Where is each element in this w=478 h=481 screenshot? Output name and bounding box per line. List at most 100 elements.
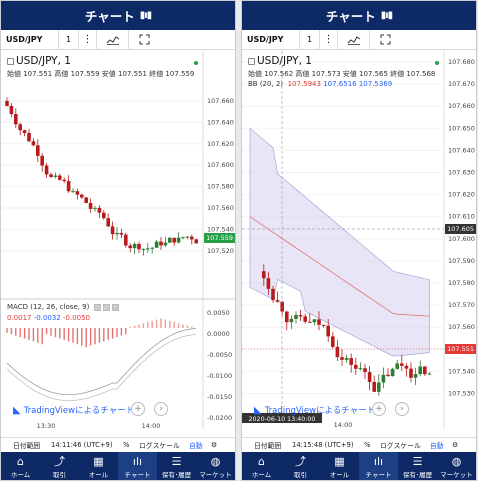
bb-value-1: 107.5943 (287, 80, 321, 88)
candle (418, 366, 422, 375)
tradingview-attribution[interactable]: ◣ TradingViewによるチャート (254, 404, 375, 417)
chart-legend-title: USD/JPY, 1 (7, 55, 71, 67)
tab-positions[interactable]: ☰ 保有･履歴 (157, 452, 196, 480)
candle (266, 278, 271, 289)
candle (331, 336, 335, 347)
candle (84, 197, 88, 203)
tradingview-logo-icon: ◣ (254, 404, 262, 416)
collapse-icon[interactable] (7, 57, 14, 65)
candle (190, 236, 194, 240)
indicator-icon[interactable] (96, 29, 128, 50)
candle (367, 372, 372, 382)
percent-toggle[interactable]: % (123, 441, 139, 449)
candle (400, 363, 404, 366)
candle (271, 288, 275, 301)
candle (390, 368, 395, 377)
close-icon[interactable] (111, 303, 119, 311)
price-chart[interactable]: 107.680 107.670 107.660 107.650 107.640 107.6… (242, 51, 476, 429)
list-icon: ☰ (412, 454, 423, 468)
candle (185, 236, 190, 238)
settings-icon[interactable] (102, 303, 110, 311)
tab-chart[interactable]: ılı チャート (118, 452, 157, 480)
price-axis-label: 107.560 (448, 323, 475, 331)
price-axis-label: 107.660 (207, 97, 234, 105)
price-axis-label: 107.560 (207, 204, 234, 212)
candle (372, 381, 376, 392)
tab-all[interactable]: ▦ オール (79, 452, 118, 480)
zoom-in-icon[interactable]: + (131, 402, 145, 416)
candle (110, 226, 115, 235)
more-menu-icon[interactable]: ⋮ (319, 29, 337, 50)
auto-scale-toggle[interactable]: 自動 (430, 440, 452, 450)
macd-line (6, 327, 197, 396)
log-scale-toggle[interactable]: ログスケール (380, 440, 430, 450)
tab-positions[interactable]: ☰ 保有･履歴 (398, 452, 437, 480)
tab-all[interactable]: ▦ オール (320, 452, 359, 480)
price-axis-label: 107.630 (448, 169, 475, 177)
tab-home[interactable]: ⌂ ホーム (1, 452, 40, 480)
date-range-button[interactable]: 日付範囲 (13, 440, 51, 450)
candle (137, 243, 141, 250)
candle (344, 358, 349, 360)
zoom-in-icon[interactable]: + (372, 402, 386, 416)
scroll-right-icon[interactable]: › (395, 402, 409, 416)
candle (115, 232, 119, 235)
price-axis-label: 107.590 (448, 257, 475, 265)
collapse-icon[interactable] (248, 57, 255, 65)
eye-icon[interactable] (93, 303, 101, 311)
interval-select[interactable]: 1 (58, 29, 78, 50)
log-scale-toggle[interactable]: ログスケール (139, 440, 189, 450)
candle (97, 207, 102, 213)
tab-trade[interactable]: ⤴ 取引 (40, 452, 79, 480)
price-axis-label: 107.530 (448, 390, 475, 398)
candle (308, 321, 312, 323)
candle (395, 363, 399, 369)
candle (88, 202, 93, 209)
candle (413, 374, 418, 378)
auto-scale-toggle[interactable]: 自動 (189, 440, 211, 450)
bb-legend: BB (20, 2) 107.5943 107.6516 107.5369 (248, 80, 392, 88)
tab-market[interactable]: ◍ マーケット (437, 452, 476, 480)
live-dot (194, 61, 198, 65)
tab-home[interactable]: ⌂ ホーム (242, 452, 281, 480)
price-axis-label: 107.640 (448, 146, 475, 154)
symbol-select[interactable]: USD/JPY (242, 35, 299, 44)
crosshair-time-label: 2020-06-10 13:40:00 (249, 416, 316, 423)
candle (340, 357, 344, 360)
fullscreen-icon[interactable] (128, 29, 160, 50)
macd-value-1: 0.0017 (7, 314, 32, 322)
price-axis-label: 107.570 (448, 301, 475, 309)
candle (163, 242, 168, 246)
home-icon: ⌂ (17, 454, 24, 468)
price-axis-label: 107.660 (448, 102, 475, 110)
candle (5, 101, 9, 106)
gear-icon[interactable]: ⚙ (211, 441, 217, 449)
candle (354, 364, 358, 369)
price-axis-label: 107.650 (448, 124, 475, 132)
bb-value-3: 107.5369 (358, 80, 393, 88)
tab-trade[interactable]: ⤴ 取引 (281, 452, 320, 480)
price-chart[interactable]: 107.660 107.640 107.620 107.600 107.580 107.5… (1, 51, 235, 430)
candle (93, 207, 97, 209)
trade-chart-icon: ⤴ (295, 454, 306, 468)
tab-chart[interactable]: ılı チャート (359, 452, 398, 480)
tab-market[interactable]: ◍ マーケット (196, 452, 235, 480)
macd-value-3: -0.0050 (63, 314, 91, 322)
interval-select[interactable]: 1 (299, 29, 319, 50)
candle (102, 212, 106, 219)
macd-axis-label: 0.0050 (207, 309, 230, 317)
candle (27, 133, 31, 142)
list-icon: ☰ (171, 454, 182, 468)
tradingview-attribution[interactable]: ◣ TradingViewによるチャート (13, 404, 134, 417)
symbol-select[interactable]: USD/JPY (1, 35, 58, 44)
scroll-right-icon[interactable]: › (154, 402, 168, 416)
indicator-icon[interactable] (337, 29, 369, 50)
more-menu-icon[interactable]: ⋮ (78, 29, 96, 50)
candle (75, 191, 80, 195)
gear-icon[interactable]: ⚙ (452, 441, 458, 449)
all-grid-icon: ▦ (93, 454, 104, 468)
fullscreen-icon[interactable] (369, 29, 401, 50)
percent-toggle[interactable]: % (364, 441, 380, 449)
header-title: チャート (84, 9, 135, 24)
date-range-button[interactable]: 日付範囲 (254, 440, 292, 450)
